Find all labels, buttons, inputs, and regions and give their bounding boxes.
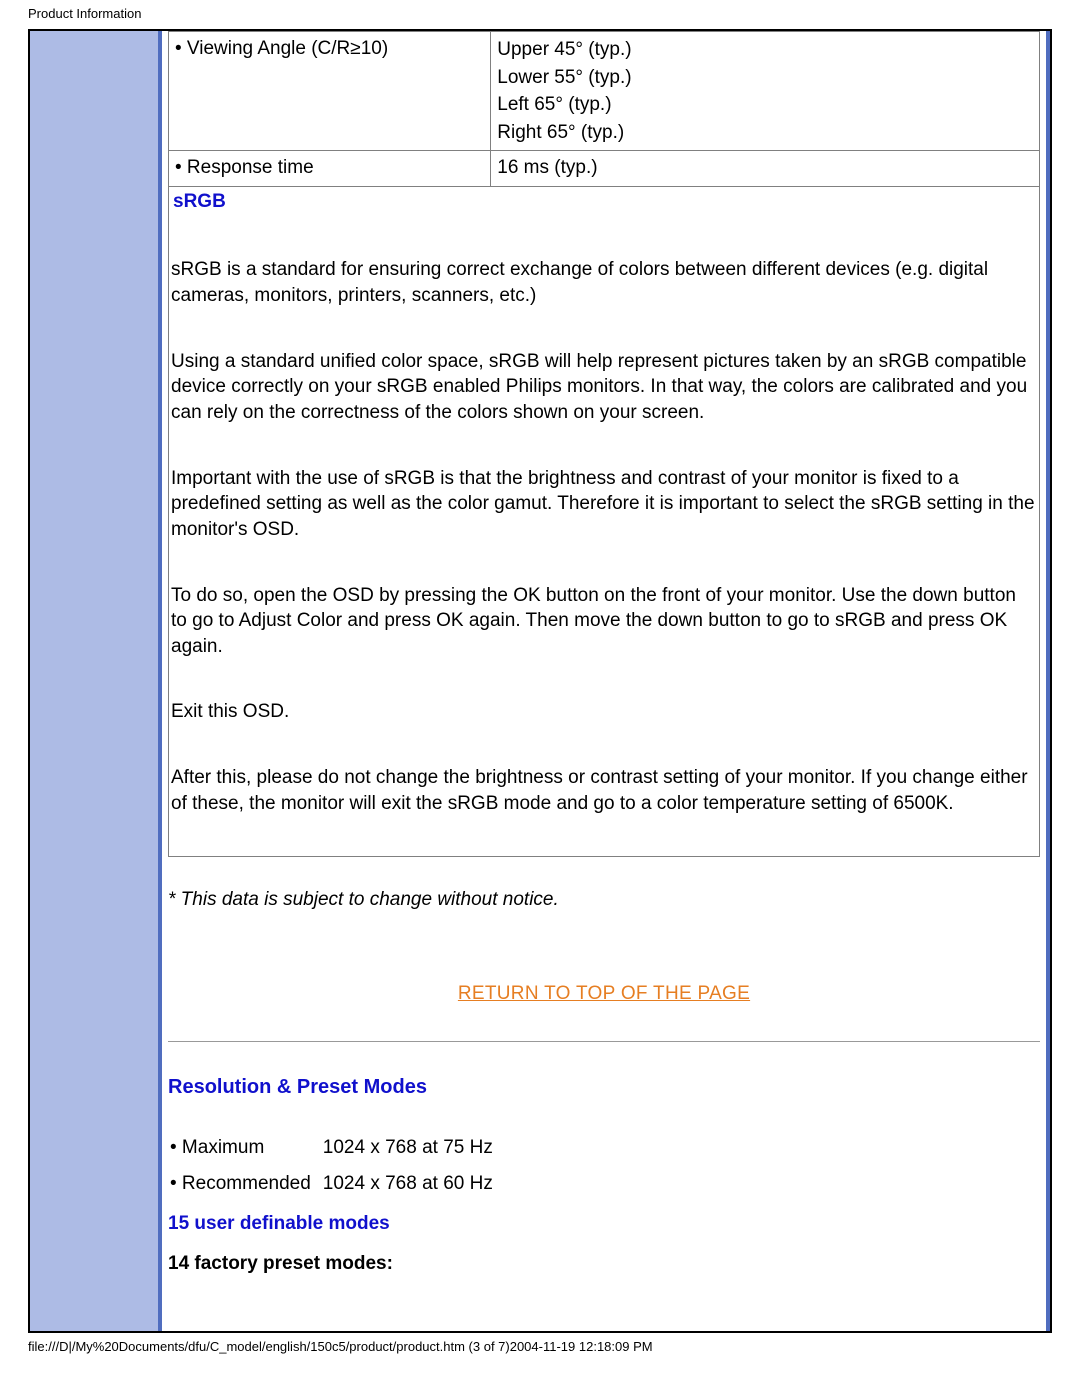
- spec-table: • Viewing Angle (C/R≥10) Upper 45° (typ.…: [168, 31, 1040, 857]
- main-content: • Viewing Angle (C/R≥10) Upper 45° (typ.…: [158, 31, 1050, 1331]
- res-value: 1024 x 768 at 75 Hz: [323, 1133, 503, 1167]
- viewing-angle-values: Upper 45° (typ.) Lower 55° (typ.) Left 6…: [497, 36, 1033, 146]
- divider: [168, 1041, 1040, 1042]
- srgb-paragraph: Exit this OSD.: [171, 699, 1037, 725]
- table-row: • Maximum 1024 x 768 at 75 Hz: [170, 1133, 503, 1167]
- srgb-heading: sRGB: [173, 191, 226, 212]
- srgb-paragraph: After this, please do not change the bri…: [171, 765, 1037, 816]
- res-label: • Maximum: [170, 1133, 321, 1167]
- resolution-table: • Maximum 1024 x 768 at 75 Hz • Recommen…: [168, 1131, 505, 1205]
- table-row: • Viewing Angle (C/R≥10) Upper 45° (typ.…: [169, 32, 1040, 151]
- footnote: * This data is subject to change without…: [168, 889, 1040, 911]
- spec-label: • Viewing Angle (C/R≥10): [169, 32, 491, 151]
- user-definable-modes: 15 user definable modes: [168, 1213, 1040, 1235]
- srgb-body: sRGB is a standard for ensuring correct …: [169, 217, 1039, 816]
- page-frame: • Viewing Angle (C/R≥10) Upper 45° (typ.…: [28, 29, 1052, 1333]
- res-label: • Recommended: [170, 1169, 321, 1203]
- srgb-paragraph: sRGB is a standard for ensuring correct …: [171, 257, 1037, 308]
- spec-value: 16 ms (typ.): [491, 151, 1040, 187]
- return-to-top-link[interactable]: RETURN TO TOP OF THE PAGE: [168, 983, 1040, 1005]
- srgb-paragraph: To do so, open the OSD by pressing the O…: [171, 583, 1037, 660]
- factory-preset-modes: 14 factory preset modes:: [168, 1253, 1040, 1275]
- srgb-paragraph: Using a standard unified color space, sR…: [171, 349, 1037, 426]
- spec-label: • Response time: [169, 151, 491, 187]
- spec-value: Upper 45° (typ.) Lower 55° (typ.) Left 6…: [491, 32, 1040, 151]
- page-header: Product Information: [0, 0, 1080, 23]
- table-row: • Recommended 1024 x 768 at 60 Hz: [170, 1169, 503, 1203]
- left-sidebar: [30, 31, 158, 1331]
- srgb-paragraph: Important with the use of sRGB is that t…: [171, 466, 1037, 543]
- resolution-heading: Resolution & Preset Modes: [168, 1076, 1040, 1099]
- table-row: • Response time 16 ms (typ.): [169, 151, 1040, 187]
- page-footer: file:///D|/My%20Documents/dfu/C_model/en…: [28, 1339, 1080, 1354]
- table-row: sRGB sRGB is a standard for ensuring cor…: [169, 186, 1040, 857]
- res-value: 1024 x 768 at 60 Hz: [323, 1169, 503, 1203]
